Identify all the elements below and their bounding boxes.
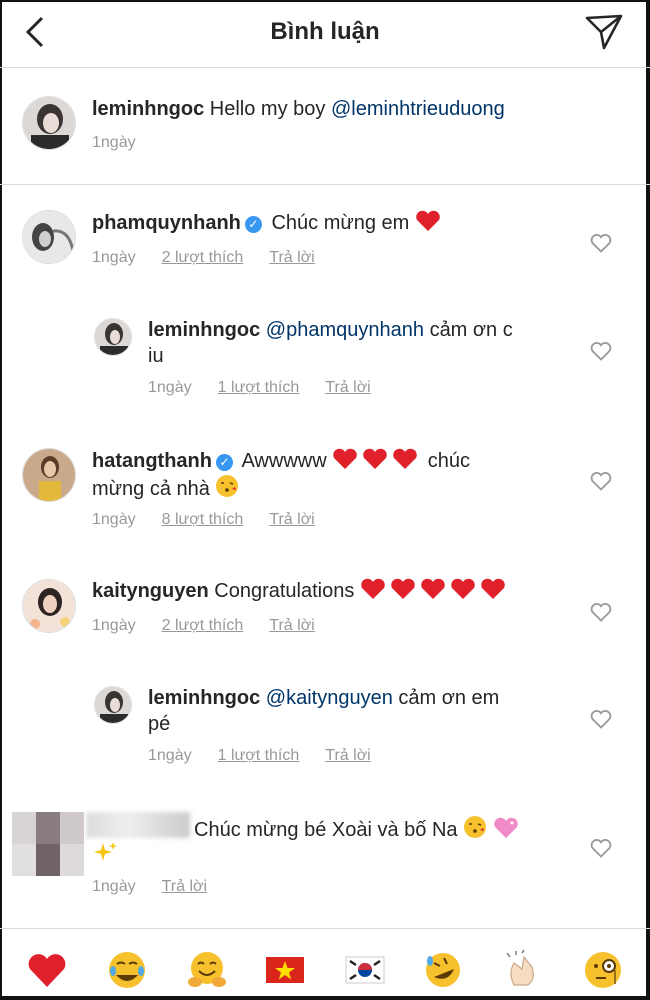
verified-badge-icon: ✓ bbox=[244, 216, 262, 233]
sparkling-heart-icon bbox=[493, 817, 518, 838]
reply-mention[interactable]: @phamquynhanh bbox=[266, 319, 424, 341]
comment-meta: 1ngày 2 lượt thích Trả lời bbox=[92, 249, 315, 266]
reply-mention[interactable]: @kaitynguyen bbox=[266, 687, 393, 709]
avatar-hatangthanh[interactable] bbox=[22, 448, 76, 502]
reply-text: leminhngoc @kaitynguyen cảm ơn em pé bbox=[148, 687, 500, 735]
likes-count-link[interactable]: 2 lượt thích bbox=[162, 249, 244, 266]
likes-count-link[interactable]: 1 lượt thích bbox=[218, 379, 300, 396]
comment-text: Chúc mừng bé Xoài và bố Na bbox=[194, 815, 519, 843]
quick-reaction-bar bbox=[0, 928, 650, 1000]
vietnam-flag-icon[interactable] bbox=[264, 949, 306, 991]
face-with-monocle-icon[interactable] bbox=[582, 949, 624, 991]
caption-username[interactable]: leminhngoc bbox=[92, 98, 204, 120]
like-heart-icon[interactable] bbox=[590, 838, 612, 858]
sparkles-icon bbox=[94, 842, 117, 861]
header-bar: Bình luận bbox=[0, 0, 650, 68]
reply-link[interactable]: Trả lời bbox=[269, 249, 314, 266]
comment-username[interactable]: hatangthanh bbox=[92, 450, 212, 472]
blurred-avatar[interactable] bbox=[12, 812, 84, 876]
avatar-leminhngoc[interactable] bbox=[22, 96, 76, 150]
comment-meta: 1ngày Trả lời bbox=[92, 878, 208, 895]
like-heart-icon[interactable] bbox=[590, 602, 612, 622]
caption-meta: 1ngày bbox=[92, 134, 136, 151]
reply-link[interactable]: Trả lời bbox=[269, 617, 314, 634]
clapping-hands-icon[interactable] bbox=[502, 949, 544, 991]
comment-text: phamquynhanh ✓ Chúc mừng em bbox=[92, 210, 441, 236]
red-heart-icon bbox=[416, 210, 440, 231]
like-heart-icon[interactable] bbox=[590, 709, 612, 729]
reply-link[interactable]: Trả lời bbox=[325, 747, 370, 764]
comment-username[interactable]: phamquynhanh bbox=[92, 212, 241, 234]
reply-link[interactable]: Trả lời bbox=[325, 379, 370, 396]
reply-username[interactable]: leminhngoc bbox=[148, 319, 260, 341]
blurred-username[interactable] bbox=[86, 812, 190, 838]
caption-separator bbox=[0, 184, 650, 185]
reply-text: leminhngoc @phamquynhanh cảm ơn c iu bbox=[148, 319, 513, 367]
caption-text: leminhngoc Hello my boy @leminhtrieuduon… bbox=[92, 98, 505, 120]
reply-meta: 1ngày 1 lượt thích Trả lời bbox=[148, 747, 371, 764]
kissing-face-icon bbox=[216, 475, 239, 497]
comment-text: hatangthanh ✓ Awwwww chúc mừng cả nhà bbox=[92, 448, 471, 500]
comment-meta: 1ngày 2 lượt thích Trả lời bbox=[92, 617, 315, 634]
page-title: Bình luận bbox=[270, 18, 380, 45]
avatar-leminhngoc[interactable] bbox=[94, 686, 132, 724]
like-heart-icon[interactable] bbox=[590, 471, 612, 491]
avatar-phamquynhanh[interactable] bbox=[22, 210, 76, 264]
likes-count-link[interactable]: 2 lượt thích bbox=[162, 617, 244, 634]
three-red-hearts-icon bbox=[333, 448, 417, 469]
kissing-face-icon bbox=[464, 816, 487, 838]
heart-reaction-icon[interactable] bbox=[26, 949, 68, 991]
five-red-hearts-icon bbox=[361, 578, 505, 599]
verified-badge-icon: ✓ bbox=[216, 454, 233, 471]
hugging-face-icon[interactable] bbox=[186, 949, 228, 991]
likes-count-link[interactable]: 8 lượt thích bbox=[162, 511, 244, 528]
like-heart-icon[interactable] bbox=[590, 341, 612, 361]
avatar-leminhngoc[interactable] bbox=[94, 318, 132, 356]
like-heart-icon[interactable] bbox=[590, 233, 612, 253]
caption-mention[interactable]: @leminhtrieuduong bbox=[331, 98, 505, 120]
likes-count-link[interactable]: 1 lượt thích bbox=[218, 747, 300, 764]
tears-of-joy-icon[interactable] bbox=[106, 949, 148, 991]
comment-username[interactable]: kaitynguyen bbox=[92, 580, 209, 602]
comment-meta: 1ngày 8 lượt thích Trả lời bbox=[92, 511, 315, 528]
reply-link[interactable]: Trả lời bbox=[269, 511, 314, 528]
south-korea-flag-icon[interactable] bbox=[344, 949, 386, 991]
reply-meta: 1ngày 1 lượt thích Trả lời bbox=[148, 379, 371, 396]
send-direct-icon[interactable] bbox=[584, 12, 624, 52]
comment-text: kaitynguyen Congratulations bbox=[92, 578, 510, 604]
avatar-kaitynguyen[interactable] bbox=[22, 579, 76, 633]
reply-username[interactable]: leminhngoc bbox=[148, 687, 260, 709]
reply-link[interactable]: Trả lời bbox=[162, 878, 207, 895]
rolling-on-floor-laughing-icon[interactable] bbox=[422, 949, 464, 991]
